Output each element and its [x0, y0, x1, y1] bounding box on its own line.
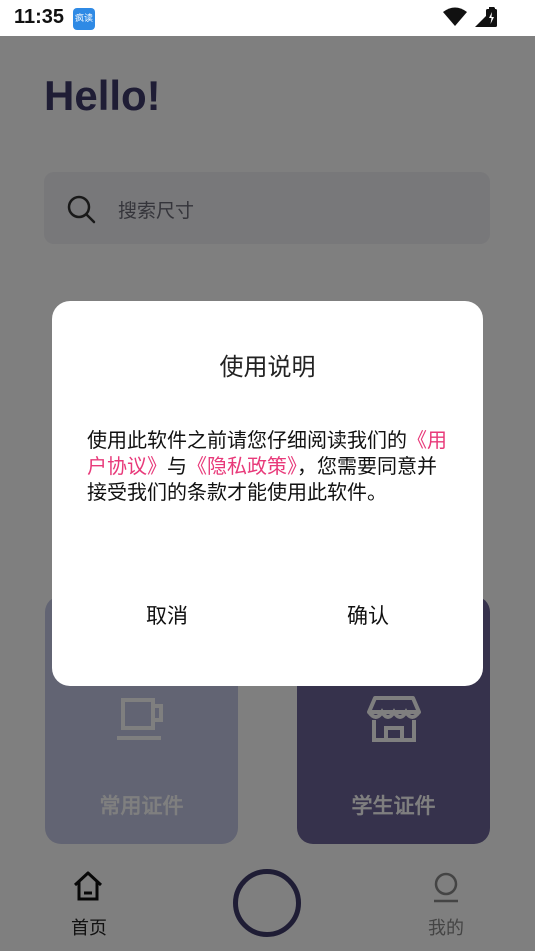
dialog-body: 使用此软件之前请您仔细阅读我们的《用户协议》与《隐私政策》，您需要同意并接受我们… [87, 427, 447, 505]
battery-charging-icon [486, 7, 497, 27]
dialog-text: 与 [167, 454, 187, 478]
dialog-title: 使用说明 [219, 353, 316, 381]
dialog-text: 使用此软件之前请您仔细阅读我们的 [87, 428, 407, 452]
cancel-button[interactable]: 取消 [97, 591, 237, 641]
confirm-button[interactable]: 确认 [298, 591, 438, 641]
app-notification-icon: 疯读 [73, 8, 95, 30]
status-bar: 11:35 疯读 [0, 0, 535, 36]
wifi-icon [443, 7, 467, 26]
usage-instructions-dialog: 使用说明 使用此软件之前请您仔细阅读我们的《用户协议》与《隐私政策》，您需要同意… [52, 301, 483, 686]
status-time: 11:35 [14, 6, 65, 28]
privacy-policy-link[interactable]: 《隐私政策》 [187, 454, 297, 478]
